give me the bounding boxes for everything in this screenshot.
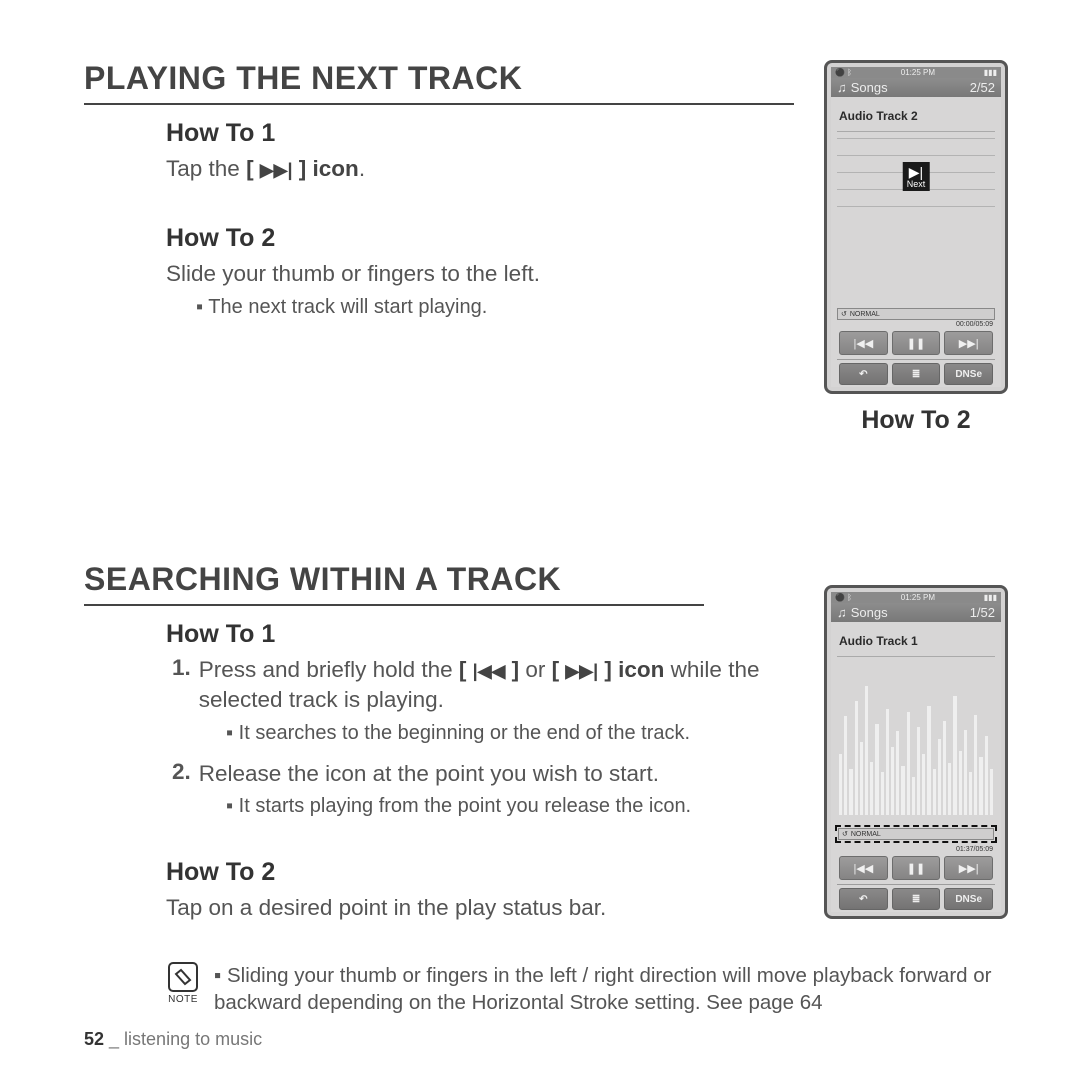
time-display: 00:00/05:09 [837, 320, 995, 331]
play-status-bar[interactable]: ↺NORMAL [837, 308, 995, 320]
s2-howto1-heading: How To 1 [166, 620, 794, 649]
pause-button[interactable]: ❚❚ [892, 856, 941, 880]
step-2: 2. Release the icon at the point you wis… [172, 759, 794, 789]
footer-sep: _ [104, 1029, 124, 1049]
title-bar: ♫ Songs 1/52 [831, 603, 1001, 622]
step-1-bullet: It searches to the beginning or the end … [226, 722, 794, 745]
time-display: 01:37/05:09 [837, 845, 995, 856]
period: . [359, 156, 365, 181]
track-counter: 1/52 [970, 605, 995, 620]
note-icon: NOTE [166, 962, 200, 1005]
songs-label: Songs [851, 605, 888, 620]
bracket-close: ] [293, 156, 313, 181]
status-time: 01:25 PM [901, 68, 935, 77]
howto1-heading: How To 1 [166, 119, 794, 148]
step-2-bullet: It starts playing from the point you rel… [226, 795, 794, 818]
next-button[interactable]: ▶▶| [944, 856, 993, 880]
music-icon: ♫ [837, 80, 847, 95]
or: or [519, 657, 552, 682]
equalizer [837, 663, 995, 815]
howto2-bullet: The next track will start playing. [196, 296, 794, 319]
step-1: 1. Press and briefly hold the [ |◀◀ ] or… [172, 655, 794, 716]
repeat-icon: ↺ [842, 830, 848, 838]
howto2-caption: How To 2 [824, 406, 1008, 435]
playback-controls: |◀◀ ❚❚ ▶▶| [837, 331, 995, 359]
next-overlay-label: Next [907, 179, 926, 189]
playback-controls: |◀◀ ❚❚ ▶▶| [837, 856, 995, 884]
track-title: Audio Track 1 [837, 628, 995, 657]
bluetooth-icon: ⚫ ᛒ [835, 593, 852, 602]
section-title-searching: SEARCHING WITHIN A TRACK [84, 561, 704, 606]
icon-word: icon [618, 657, 664, 682]
next-overlay: ▶| Next [903, 162, 930, 191]
battery-icon: ▮▮▮ [984, 68, 997, 77]
step-2-num: 2. [172, 759, 191, 789]
back-button[interactable]: ↶ [839, 888, 888, 910]
status-bar: ⚫ ᛒ 01:25 PM ▮▮▮ [831, 592, 1001, 603]
play-status-bar-highlight: ↺NORMAL [835, 825, 997, 843]
section-title-playing-next-track: PLAYING THE NEXT TRACK [84, 60, 794, 105]
songs-label: Songs [851, 80, 888, 95]
s2-howto2-heading: How To 2 [166, 858, 794, 887]
status-time: 01:25 PM [901, 593, 935, 602]
pause-button[interactable]: ❚❚ [892, 331, 941, 355]
play-status-bar[interactable]: ↺NORMAL [838, 828, 994, 840]
prev-button[interactable]: |◀◀ [839, 331, 888, 355]
battery-icon: ▮▮▮ [984, 593, 997, 602]
chapter-name: listening to music [124, 1029, 262, 1049]
track-counter: 2/52 [970, 80, 995, 95]
device-screenshot-next: ⚫ ᛒ 01:25 PM ▮▮▮ ♫ Songs 2/52 Audio Track… [824, 60, 1008, 394]
bluetooth-icon: ⚫ ᛒ [835, 68, 852, 77]
normal-label: NORMAL [850, 311, 880, 318]
note-label: NOTE [166, 994, 200, 1005]
step-1-text: Press and briefly hold the [ |◀◀ ] or [ … [199, 655, 794, 716]
menu-button[interactable]: ≣ [892, 888, 941, 910]
prev-button[interactable]: |◀◀ [839, 856, 888, 880]
repeat-icon: ↺ [841, 310, 847, 318]
visualizer-area: ▶| Next [837, 132, 995, 308]
page-number: 52 [84, 1029, 104, 1049]
t: Press and briefly hold the [199, 657, 459, 682]
next-track-icon: ▶▶| [565, 661, 598, 681]
text-pre: Tap the [166, 156, 246, 181]
back-button[interactable]: ↶ [839, 363, 888, 385]
menu-button[interactable]: ≣ [892, 363, 941, 385]
icon-word: icon [313, 156, 359, 181]
bracket: ] [598, 657, 618, 682]
howto1-text: Tap the [ ▶▶| ] icon. [166, 154, 794, 184]
howto2-text: Slide your thumb or fingers to the left. [166, 259, 794, 289]
bracket: ] [505, 657, 519, 682]
page-footer: 52 _ listening to music [84, 1029, 262, 1050]
next-button[interactable]: ▶▶| [944, 331, 993, 355]
s2-howto2-text: Tap on a desired point in the play statu… [166, 893, 794, 923]
dnse-button[interactable]: DNSe [944, 363, 993, 385]
music-icon: ♫ [837, 605, 847, 620]
bottom-bar: ↶ ≣ DNSe [837, 884, 995, 912]
next-overlay-icon: ▶| [907, 165, 926, 179]
track-title: Audio Track 2 [837, 103, 995, 132]
device-screenshot-search: ⚫ ᛒ 01:25 PM ▮▮▮ ♫ Songs 1/52 Audio Track… [824, 585, 1008, 919]
status-bar: ⚫ ᛒ 01:25 PM ▮▮▮ [831, 67, 1001, 78]
step-2-text: Release the icon at the point you wish t… [199, 759, 659, 789]
bracket-open: [ [246, 156, 260, 181]
note-block: NOTE Sliding your thumb or fingers in th… [84, 962, 1008, 1017]
bottom-bar: ↶ ≣ DNSe [837, 359, 995, 387]
bracket: [ [459, 657, 473, 682]
visualizer-area [837, 657, 995, 823]
prev-track-icon: |◀◀ [473, 661, 506, 681]
normal-label: NORMAL [851, 831, 881, 838]
dnse-button[interactable]: DNSe [944, 888, 993, 910]
next-track-icon: ▶▶| [260, 160, 293, 180]
bracket: [ [552, 657, 566, 682]
step-1-num: 1. [172, 655, 191, 716]
title-bar: ♫ Songs 2/52 [831, 78, 1001, 97]
note-text: Sliding your thumb or fingers in the lef… [214, 962, 1008, 1017]
howto2-heading: How To 2 [166, 224, 794, 253]
